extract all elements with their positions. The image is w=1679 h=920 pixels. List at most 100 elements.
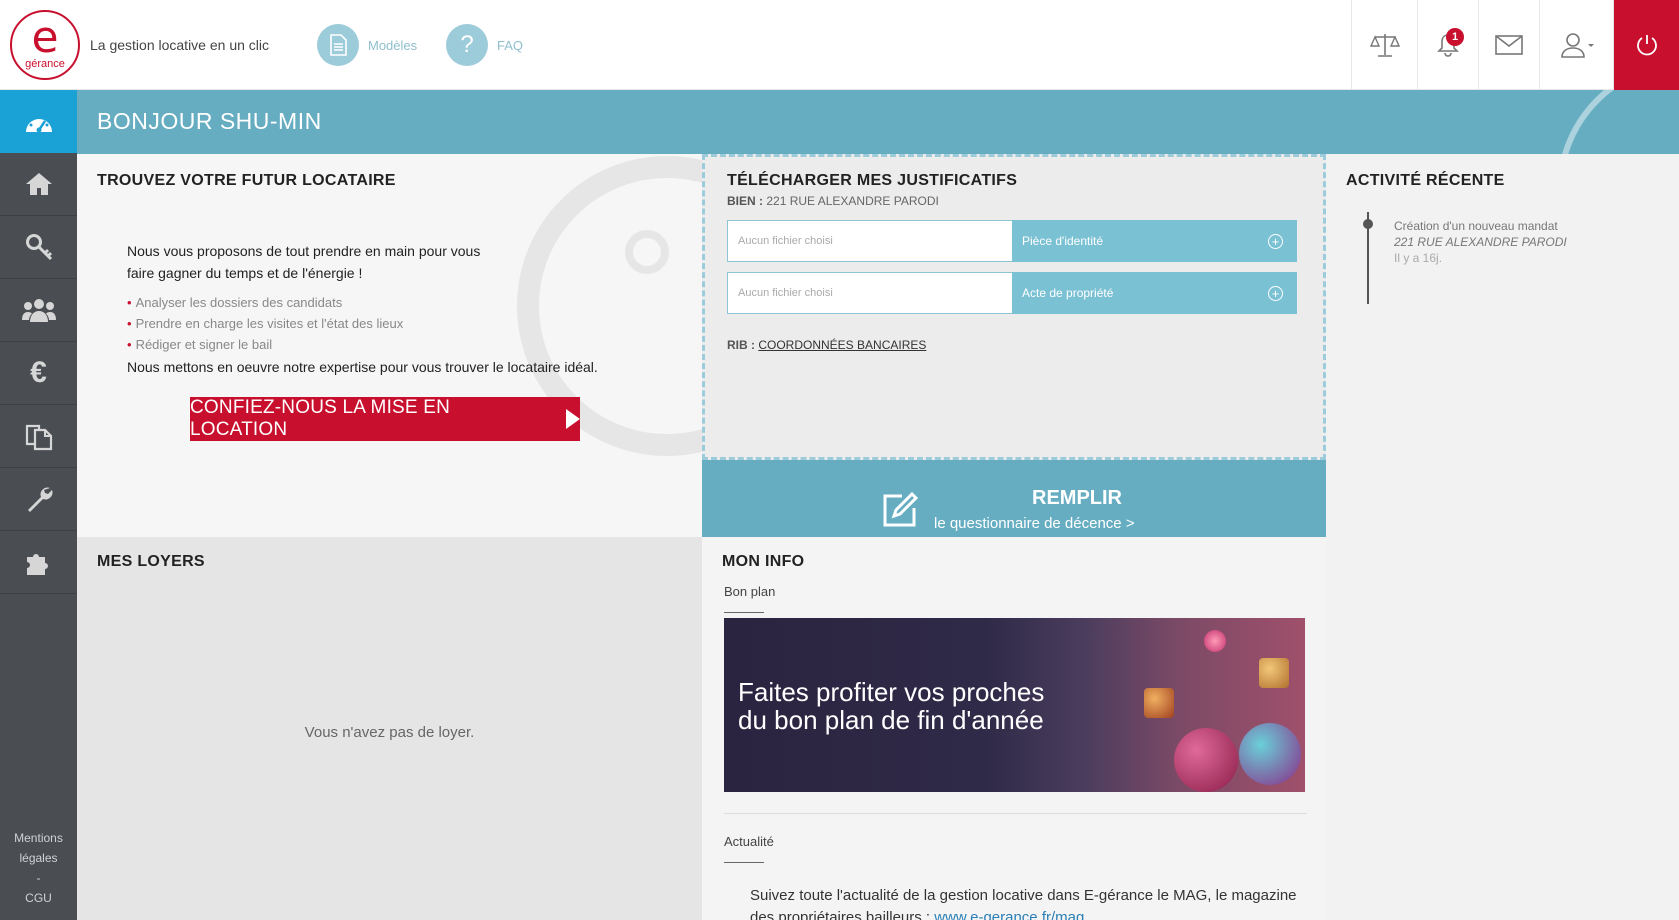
legal-button[interactable] (1351, 0, 1417, 90)
rib-line: RIB : COORDONNÉES BANCAIRES (727, 338, 926, 352)
logout-button[interactable] (1613, 0, 1679, 90)
sidebar-item-home[interactable] (0, 153, 77, 216)
promo-banner[interactable]: Faites profiter vos proches du bon plan … (724, 618, 1305, 792)
bank-details-link[interactable]: COORDONNÉES BANCAIRES (758, 338, 926, 352)
property-line: BIEN : 221 RUE ALEXANDRE PARODI (727, 194, 939, 208)
rental-cta-button[interactable]: CONFIEZ-NOUS LA MISE EN LOCATION (190, 397, 580, 441)
sidebar: € Mentions légales - CGU (0, 90, 77, 920)
power-icon (1636, 35, 1657, 56)
panel-title: TÉLÉCHARGER MES JUSTIFICATIFS (727, 172, 1018, 189)
question-icon: ? (446, 24, 488, 66)
document-icon (317, 24, 359, 66)
sidebar-item-documents[interactable] (0, 405, 77, 468)
find-tenant-body: Nous vous proposons de tout prendre en m… (127, 240, 647, 375)
identity-file-input[interactable]: Aucun fichier choisi (727, 220, 1012, 262)
intro-line-1: Nous vous proposons de tout prendre en m… (127, 243, 481, 259)
house-icon (25, 173, 52, 195)
ornament-decoration (1144, 688, 1174, 718)
list-item: • Analyser les dossiers des candidats (127, 295, 343, 310)
puzzle-icon (26, 554, 48, 575)
list-item-text: Analyser les dossiers des candidats (135, 295, 343, 310)
activity-item[interactable]: Création d'un nouveau mandat 221 RUE ALE… (1394, 218, 1567, 266)
intro-line-2: faire gagner du temps et de l'énergie ! (127, 265, 363, 281)
mail-icon (1495, 35, 1523, 55)
services-list: • Analyser les dossiers des candidats • Pr… (127, 292, 647, 355)
page-title: BONJOUR SHU-MIN (97, 108, 322, 134)
cgu-link[interactable]: CGU (0, 888, 77, 908)
plus-circle-icon: + (1268, 233, 1283, 249)
identity-upload-button[interactable]: Pièce d'identité + (1012, 220, 1297, 262)
footer-separator: - (36, 871, 41, 885)
upload-row-property: Aucun fichier choisi Acte de propriété + (727, 272, 1297, 314)
wrench-icon (27, 487, 52, 512)
tagline: La gestion locative en un clic (90, 37, 269, 53)
property-file-input[interactable]: Aucun fichier choisi (727, 272, 1012, 314)
property-label: BIEN : (727, 194, 763, 208)
sidebar-item-tools[interactable] (0, 468, 77, 531)
panel-find-tenant: TROUVEZ VOTRE FUTUR LOCATAIRE Nous vous … (77, 154, 702, 537)
logo-letter: e (31, 12, 59, 63)
rib-label: RIB : (727, 338, 755, 352)
euro-icon: € (30, 356, 47, 389)
welcome-bar: BONJOUR SHU-MIN (77, 90, 1679, 154)
activity-address: 221 RUE ALEXANDRE PARODI (1394, 235, 1567, 249)
messages-button[interactable] (1478, 0, 1539, 90)
news-text: Suivez toute l'actualité de la gestion l… (750, 885, 1310, 920)
empty-state-text: Vous n'avez pas de loyer. (304, 724, 475, 741)
sidebar-item-extensions[interactable] (0, 531, 77, 594)
ornament-decoration (1204, 630, 1226, 652)
sidebar-item-tenants[interactable] (0, 279, 77, 342)
sidebar-item-finance[interactable]: € (0, 342, 77, 405)
activity-event: Création d'un nouveau mandat (1394, 219, 1558, 233)
files-icon (25, 424, 52, 451)
fill-questionnaire-button[interactable]: REMPLIR le questionnaire de décence > (702, 460, 1326, 537)
heading-underline (724, 612, 764, 613)
panel-title: MES LOYERS (97, 553, 205, 570)
panel-my-rents: MES LOYERS Vous n'avez pas de loyer. (77, 537, 702, 920)
panel-recent-activity: ACTIVITÉ RÉCENTE Création d'un nouveau m… (1326, 154, 1679, 920)
property-upload-label: Acte de propriété (1022, 286, 1114, 300)
header-actions: 1 (1351, 0, 1679, 90)
plus-circle-icon: + (1268, 285, 1283, 301)
list-item: • Prendre en charge les visites et l'état… (127, 316, 404, 331)
people-icon (21, 299, 56, 322)
scales-icon (1369, 34, 1400, 57)
ornament-decoration (1259, 658, 1289, 688)
identity-upload-label: Pièce d'identité (1022, 234, 1104, 248)
property-upload-button[interactable]: Acte de propriété + (1012, 272, 1297, 314)
panel-title: ACTIVITÉ RÉCENTE (1346, 172, 1505, 189)
fill-title: REMPLIR (1032, 487, 1122, 509)
activity-time: Il y a 16j. (1394, 251, 1443, 265)
decorative-arc (1557, 90, 1679, 154)
bon-plan-heading: Bon plan (724, 584, 776, 599)
mentions-legales-link[interactable]: Mentions légales (0, 828, 77, 868)
timeline-dot (1363, 219, 1373, 229)
list-item-text: Rédiger et signer le bail (135, 337, 273, 352)
notifications-button[interactable]: 1 (1417, 0, 1478, 90)
sidebar-footer: Mentions légales - CGU (0, 828, 77, 908)
upload-row-identity: Aucun fichier choisi Pièce d'identité + (727, 220, 1297, 262)
rental-cta-label: CONFIEZ-NOUS LA MISE EN LOCATION (190, 397, 451, 440)
mag-link[interactable]: www.e-gerance.fr/mag (934, 909, 1084, 920)
ornament-decoration (1239, 723, 1301, 785)
nav-modeles-label: Modèles (368, 37, 418, 53)
panel-title: TROUVEZ VOTRE FUTUR LOCATAIRE (97, 172, 396, 189)
fill-subtitle: le questionnaire de décence > (934, 515, 1135, 532)
egerance-logo[interactable]: e gérance (10, 10, 80, 80)
nav-faq[interactable]: ? FAQ (446, 24, 523, 66)
user-icon (1560, 33, 1594, 58)
promo-line-2: du bon plan de fin d'année (738, 705, 1044, 735)
sidebar-item-dashboard[interactable] (0, 90, 77, 153)
nav-modeles[interactable]: Modèles (317, 24, 417, 66)
panel-upload-documents: TÉLÉCHARGER MES JUSTIFICATIFS BIEN : 221… (702, 154, 1326, 460)
gauge-icon (25, 114, 52, 132)
heading-underline (724, 862, 764, 863)
list-item: • Rédiger et signer le bail (127, 337, 273, 352)
account-menu-button[interactable] (1539, 0, 1613, 90)
panel-my-info: MON INFO Bon plan Faites profiter vos pr… (702, 537, 1326, 920)
sidebar-item-keys[interactable] (0, 216, 77, 279)
top-header: e gérance La gestion locative en un clic… (0, 0, 1679, 90)
nav-faq-label: FAQ (497, 37, 524, 53)
key-icon (25, 234, 52, 261)
panel-title: MON INFO (722, 553, 805, 570)
